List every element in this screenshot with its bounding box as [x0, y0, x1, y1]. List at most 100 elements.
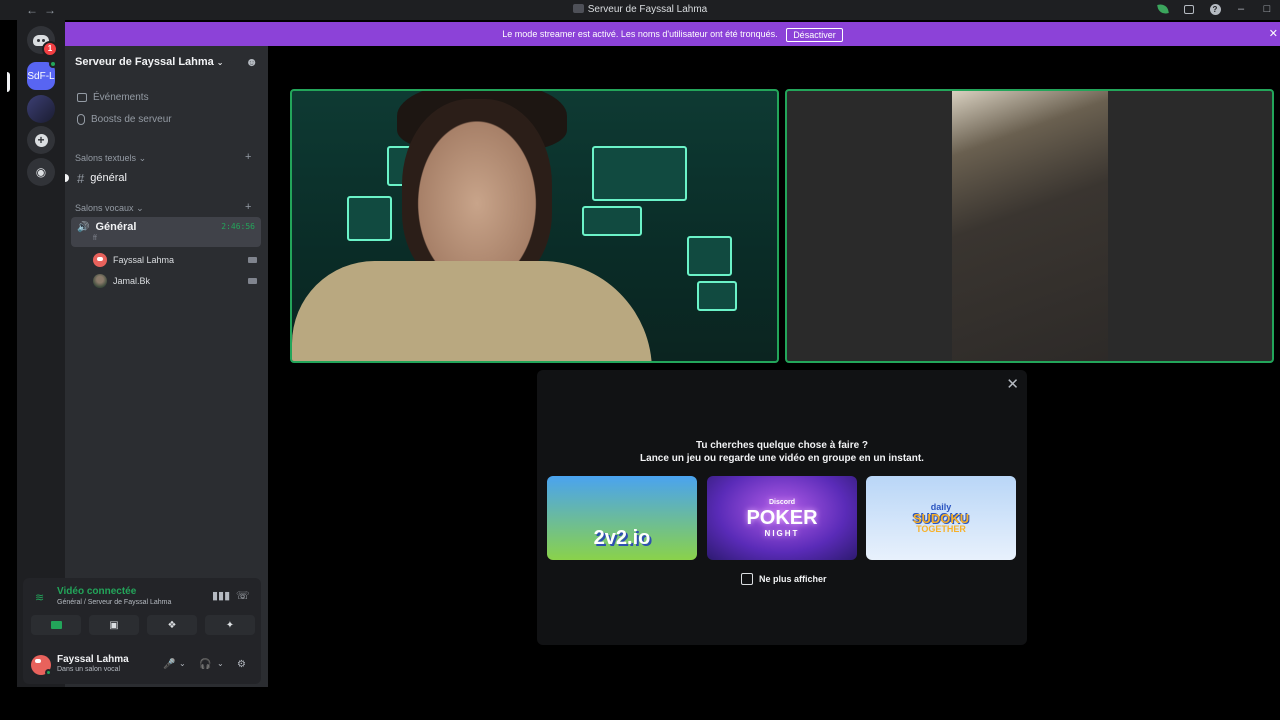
voice-channel-status: ff — [93, 235, 97, 242]
voice-connection-panel: ≋ Vidéo connectée Général / Serveur de F… — [23, 578, 261, 684]
connection-status: Vidéo connectée — [57, 586, 137, 597]
home-button[interactable]: 1 — [27, 26, 58, 57]
avatar — [93, 274, 107, 288]
person-shirt — [292, 261, 652, 361]
noise-suppression-icon[interactable]: ▮▮▮ — [212, 589, 230, 602]
game-title: 2v2.io — [593, 527, 651, 549]
screen-share-button[interactable]: ▣ — [89, 615, 139, 635]
game-subtitle: TOGETHER — [916, 523, 966, 534]
chevron-down-icon[interactable]: ⌄ — [179, 659, 186, 668]
window-title: Serveur de Fayssal Lahma — [0, 4, 1280, 15]
disconnect-icon[interactable]: ☏ — [236, 589, 250, 602]
settings-gear-icon[interactable]: ⚙ — [237, 659, 246, 670]
video-tile-fayssal[interactable] — [290, 89, 779, 363]
hash-icon: # — [77, 170, 85, 186]
background-screen — [592, 146, 687, 201]
avatar — [93, 253, 107, 267]
voice-channels-category[interactable]: Salons vocaux ⌄ + — [75, 201, 251, 214]
create-channel-icon[interactable]: + — [245, 201, 251, 213]
game-title: POKER — [746, 506, 818, 529]
streamer-mode-banner: Le mode streamer est activé. Les noms d'… — [65, 22, 1280, 46]
activity-suggestion-panel: ✕ Tu cherches quelque chose à faire ? La… — [537, 370, 1027, 645]
chevron-down-icon[interactable]: ⌄ — [217, 659, 224, 668]
boosts-label: Boosts de serveur — [91, 114, 172, 125]
title-bar: ←→ Serveur de Fayssal Lahma ? – □ — [0, 0, 1280, 20]
background-screen — [697, 281, 737, 311]
activity-title: Tu cherches quelque chose à faire ? — [695, 440, 869, 451]
category-label: Salons vocaux — [75, 203, 134, 213]
events-label: Événements — [93, 92, 149, 103]
member-name: Fayssal Lahma — [113, 255, 175, 265]
microphone-icon[interactable]: 🎤 — [163, 659, 175, 670]
background-screen — [347, 196, 392, 241]
server-icon-sdf[interactable]: SdF-L — [27, 60, 57, 90]
background-screen — [582, 206, 642, 236]
video-tile-jamal[interactable] — [785, 89, 1274, 363]
help-icon[interactable]: ? — [1208, 2, 1222, 16]
close-icon[interactable]: ✕ — [1269, 22, 1278, 46]
online-status-dot — [45, 669, 52, 676]
voice-member[interactable]: Fayssal Lahma — [93, 251, 257, 269]
nitro-leaf-icon[interactable] — [1156, 2, 1170, 16]
discover-button[interactable]: ◉ — [27, 158, 55, 186]
activity-card-sudoku[interactable]: daily SUDOKU TOGETHER — [866, 476, 1016, 560]
channel-name: général — [90, 172, 127, 184]
chevron-down-icon: ⌄ — [138, 153, 147, 163]
camera-button[interactable] — [31, 615, 81, 635]
inbox-icon[interactable] — [1182, 2, 1196, 16]
chevron-down-icon: ⌄ — [136, 203, 144, 213]
unread-indicator — [65, 174, 69, 182]
voice-channel-name: Général — [95, 221, 137, 233]
activity-card-2v2[interactable]: 2v2.io — [547, 476, 697, 560]
connection-location[interactable]: Général / Serveur de Fayssal Lahma — [57, 599, 171, 606]
close-icon[interactable]: ✕ — [1006, 375, 1019, 393]
server-abbr: SdF-L — [27, 70, 55, 82]
disable-streamer-button[interactable]: Désactiver — [786, 27, 843, 42]
maximize-button[interactable]: □ — [1260, 2, 1274, 16]
minimize-button[interactable]: – — [1234, 2, 1248, 16]
checkbox-label: Ne plus afficher — [759, 574, 827, 584]
user-status: Dans un salon vocal — [57, 666, 121, 673]
banner-text: Le mode streamer est activé. Les noms d'… — [502, 29, 778, 39]
server-name: Serveur de Fayssal Lahma — [75, 56, 214, 68]
checkbox[interactable] — [741, 573, 753, 585]
chevron-down-icon: ⌄ — [216, 58, 224, 67]
channel-general-text[interactable]: # général — [65, 168, 261, 188]
video-feed — [952, 91, 1108, 361]
boosts-link[interactable]: Boosts de serveur — [77, 114, 172, 125]
server-icon — [572, 4, 584, 13]
camera-icon — [248, 257, 257, 263]
dont-show-again[interactable]: Ne plus afficher — [741, 573, 827, 585]
window-title-text: Serveur de Fayssal Lahma — [587, 4, 708, 15]
category-label: Salons textuels — [75, 153, 137, 163]
events-link[interactable]: Événements — [77, 92, 149, 103]
server-icon-other[interactable] — [27, 95, 55, 123]
background-screen — [687, 236, 732, 276]
game-subtitle: NIGHT — [764, 528, 800, 538]
title-bar-controls: ? – □ — [1156, 2, 1274, 16]
calendar-icon — [77, 93, 87, 102]
boost-icon — [77, 114, 85, 125]
activity-subtitle: Lance un jeu ou regarde une vidéo en gro… — [640, 453, 924, 464]
channel-general-voice[interactable]: 🔊 Général 2:46:56 ff — [71, 217, 261, 247]
notification-badge: 1 — [42, 41, 58, 57]
voice-member[interactable]: Jamal.Bk — [93, 272, 257, 290]
create-channel-icon[interactable]: + — [245, 151, 251, 163]
server-header[interactable]: Serveur de Fayssal Lahma ⌄ ☻ — [65, 46, 268, 78]
game-logo: daily SUDOKU TOGETHER — [913, 502, 969, 534]
user-name: Fayssal Lahma — [57, 654, 129, 665]
soundboard-button[interactable]: ✦ — [205, 615, 255, 635]
text-channels-category[interactable]: Salons textuels ⌄ + — [75, 151, 251, 164]
invite-people-icon[interactable]: ☻ — [245, 55, 258, 69]
activities-button[interactable]: ❖ — [147, 615, 197, 635]
signal-icon[interactable]: ≋ — [35, 591, 44, 604]
compass-icon: ◉ — [35, 165, 47, 179]
headphones-icon[interactable]: 🎧 — [199, 659, 211, 670]
speaker-icon: 🔊 — [77, 222, 90, 233]
add-server-button[interactable]: + — [27, 126, 55, 154]
member-name: Jamal.Bk — [113, 276, 151, 286]
brand-label: Discord — [768, 498, 796, 506]
camera-icon — [50, 621, 62, 629]
soundboard-icon: ✦ — [225, 619, 235, 631]
activity-card-poker[interactable]: Discord POKER NIGHT — [707, 476, 857, 560]
